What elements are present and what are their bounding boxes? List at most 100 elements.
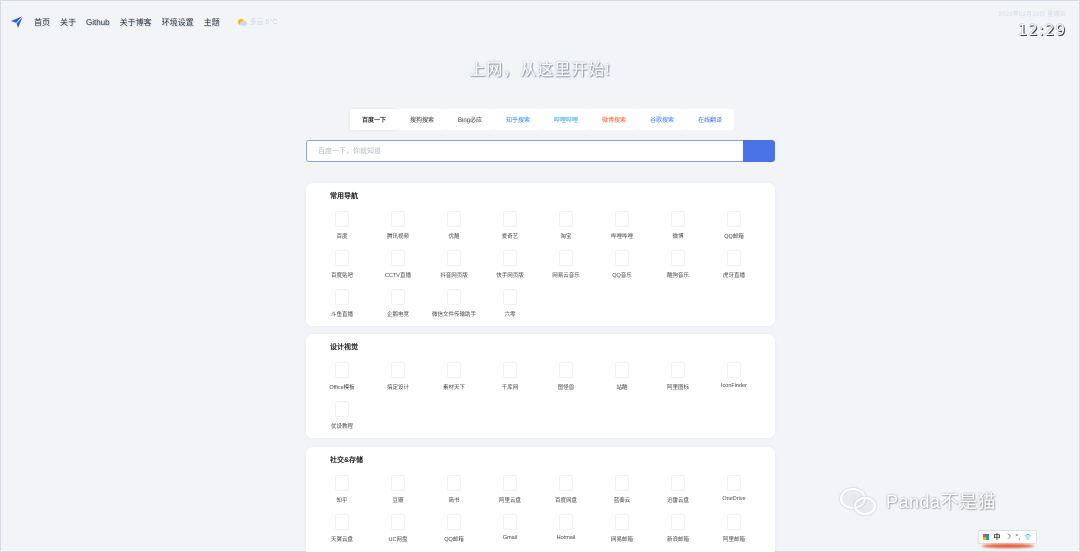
- ime-highlight-decoration: [982, 544, 1034, 548]
- engine-tab[interactable]: 微博搜索: [590, 109, 638, 130]
- site-link[interactable]: 百度: [314, 209, 370, 248]
- site-favicon-icon: [559, 514, 573, 530]
- site-favicon-icon: [447, 514, 461, 530]
- site-link[interactable]: 素材天下: [426, 360, 482, 399]
- engine-tab[interactable]: Bing必应: [446, 109, 494, 130]
- site-link[interactable]: 企鹅电竞: [370, 287, 426, 326]
- site-link[interactable]: Office模板: [314, 360, 370, 399]
- site-favicon-icon: [727, 362, 741, 378]
- site-link-label: Gmail: [502, 535, 518, 541]
- search-button[interactable]: [743, 140, 775, 162]
- site-link[interactable]: OneDrive: [706, 473, 762, 512]
- nav-link-blog[interactable]: 关于博客: [120, 17, 152, 28]
- site-link[interactable]: 淘宝: [538, 209, 594, 248]
- wechat-logo-icon: [838, 484, 880, 518]
- site-favicon-icon: [335, 250, 349, 266]
- site-link[interactable]: 千库网: [482, 360, 538, 399]
- site-link[interactable]: 天翼云盘: [314, 512, 370, 551]
- site-link[interactable]: QQ音乐: [594, 248, 650, 287]
- site-link[interactable]: QQ邮箱: [706, 209, 762, 248]
- site-link-label: 酷狗音乐: [666, 273, 689, 279]
- site-link-label: Hotmail: [556, 535, 576, 541]
- ime-punctuation-toggle[interactable]: °,: [1015, 534, 1020, 541]
- engine-tab[interactable]: 哔哩哔哩: [542, 109, 590, 130]
- engine-tab[interactable]: 搜狗搜索: [398, 109, 446, 130]
- site-link[interactable]: 优设教程: [314, 399, 370, 438]
- site-link[interactable]: 百度贴吧: [314, 248, 370, 287]
- site-link[interactable]: 网易邮箱: [594, 512, 650, 551]
- site-favicon-icon: [503, 250, 517, 266]
- site-link[interactable]: 微信文件传输助手: [426, 287, 482, 326]
- site-link[interactable]: 快手网页版: [482, 248, 538, 287]
- site-link[interactable]: 优酷: [426, 209, 482, 248]
- site-favicon-icon: [615, 475, 629, 491]
- ime-language-toggle[interactable]: 中: [993, 532, 1000, 542]
- nav-link-theme[interactable]: 主题: [204, 17, 220, 28]
- site-link-label: 阿里图标: [666, 385, 689, 391]
- site-link[interactable]: 豆瓣: [370, 473, 426, 512]
- site-link[interactable]: 新浪邮箱: [650, 512, 706, 551]
- site-link[interactable]: 微博: [650, 209, 706, 248]
- ime-toolbar: 中 ☽ °, 👕: [978, 530, 1037, 544]
- site-link[interactable]: 蓝奏云: [594, 473, 650, 512]
- site-link[interactable]: 搞定设计: [370, 360, 426, 399]
- site-link[interactable]: QQ邮箱: [426, 512, 482, 551]
- link-grid: 知乎 豆瓣 简书 阿里云盘 百度网盘 蓝奏云 迅雷云盘 OneDrive 天翼云盘 UC网盘 QQ邮…: [314, 473, 762, 551]
- section-card-common: 常用导航 百度 腾讯视频 优酷 爱奇艺 淘宝 哔哩哔哩 微博 QQ邮箱 百度贴吧 CCTV直播 抖音…: [306, 183, 775, 326]
- site-link[interactable]: UC网盘: [370, 512, 426, 551]
- clock-time: 12:29: [1017, 21, 1066, 39]
- site-link-label: 百度贴吧: [330, 273, 353, 279]
- site-link[interactable]: 斗鱼直播: [314, 287, 370, 326]
- site-link[interactable]: 酷狗音乐: [650, 248, 706, 287]
- engine-tab[interactable]: 在线翻译: [686, 109, 734, 130]
- paper-plane-icon[interactable]: [10, 15, 24, 29]
- site-link[interactable]: 腾讯视频: [370, 209, 426, 248]
- engine-tab[interactable]: 知乎搜索: [494, 109, 542, 130]
- engine-tab[interactable]: 谷歌搜索: [638, 109, 686, 130]
- site-link[interactable]: Hotmail: [538, 512, 594, 551]
- site-link[interactable]: 知乎: [314, 473, 370, 512]
- site-link[interactable]: Gmail: [482, 512, 538, 551]
- site-link[interactable]: 站酷: [594, 360, 650, 399]
- page-headline: 上网，从这里开始!: [469, 62, 611, 79]
- ime-menu-icon[interactable]: [983, 534, 990, 540]
- site-favicon-icon: [503, 475, 517, 491]
- site-link[interactable]: 百度网盘: [538, 473, 594, 512]
- site-link-label: 阿里云盘: [498, 498, 521, 504]
- site-link-label: UC网盘: [388, 537, 408, 543]
- site-link[interactable]: 网易云音乐: [538, 248, 594, 287]
- site-favicon-icon: [391, 211, 405, 227]
- wechat-watermark: Panda不是猫: [838, 484, 996, 518]
- site-link-label: 六零: [504, 312, 516, 318]
- site-link-label: 简书: [448, 498, 460, 504]
- site-link-label: 百度: [336, 234, 348, 240]
- site-link-label: 迅雷云盘: [666, 498, 689, 504]
- site-link[interactable]: 简书: [426, 473, 482, 512]
- site-link[interactable]: 虎牙直播: [706, 248, 762, 287]
- site-link[interactable]: 阿里云盘: [482, 473, 538, 512]
- site-link-label: 腾讯视频: [386, 234, 409, 240]
- site-link[interactable]: 阿里邮箱: [706, 512, 762, 551]
- moon-icon[interactable]: ☽: [1005, 533, 1011, 541]
- site-link-label: IconFinder: [721, 383, 747, 389]
- site-link[interactable]: 六零: [482, 287, 538, 326]
- site-link[interactable]: CCTV直播: [370, 248, 426, 287]
- site-link[interactable]: 迅雷云盘: [650, 473, 706, 512]
- site-link[interactable]: 爱奇艺: [482, 209, 538, 248]
- nav-link-about[interactable]: 关于: [60, 17, 76, 28]
- site-link[interactable]: 阿里图标: [650, 360, 706, 399]
- search-input[interactable]: [306, 140, 743, 162]
- site-link[interactable]: 哔哩哔哩: [594, 209, 650, 248]
- nav-link-github[interactable]: Github: [86, 18, 110, 27]
- site-link[interactable]: IconFinder: [706, 360, 762, 399]
- site-favicon-icon: [503, 362, 517, 378]
- skin-shirt-icon[interactable]: 👕: [1024, 534, 1031, 541]
- engine-tab[interactable]: 百度一下: [350, 109, 398, 130]
- section-card-social: 社交&存储 知乎 豆瓣 简书 阿里云盘 百度网盘 蓝奏云 迅雷云盘 OneDrive 天翼云盘 U…: [306, 447, 775, 552]
- site-link-label: OneDrive: [722, 496, 746, 502]
- nav-link-home[interactable]: 首页: [34, 17, 50, 28]
- site-link[interactable]: 抖音网页版: [426, 248, 482, 287]
- site-link-label: 图怪兽: [557, 385, 575, 391]
- nav-link-settings[interactable]: 环境设置: [162, 17, 194, 28]
- site-link[interactable]: 图怪兽: [538, 360, 594, 399]
